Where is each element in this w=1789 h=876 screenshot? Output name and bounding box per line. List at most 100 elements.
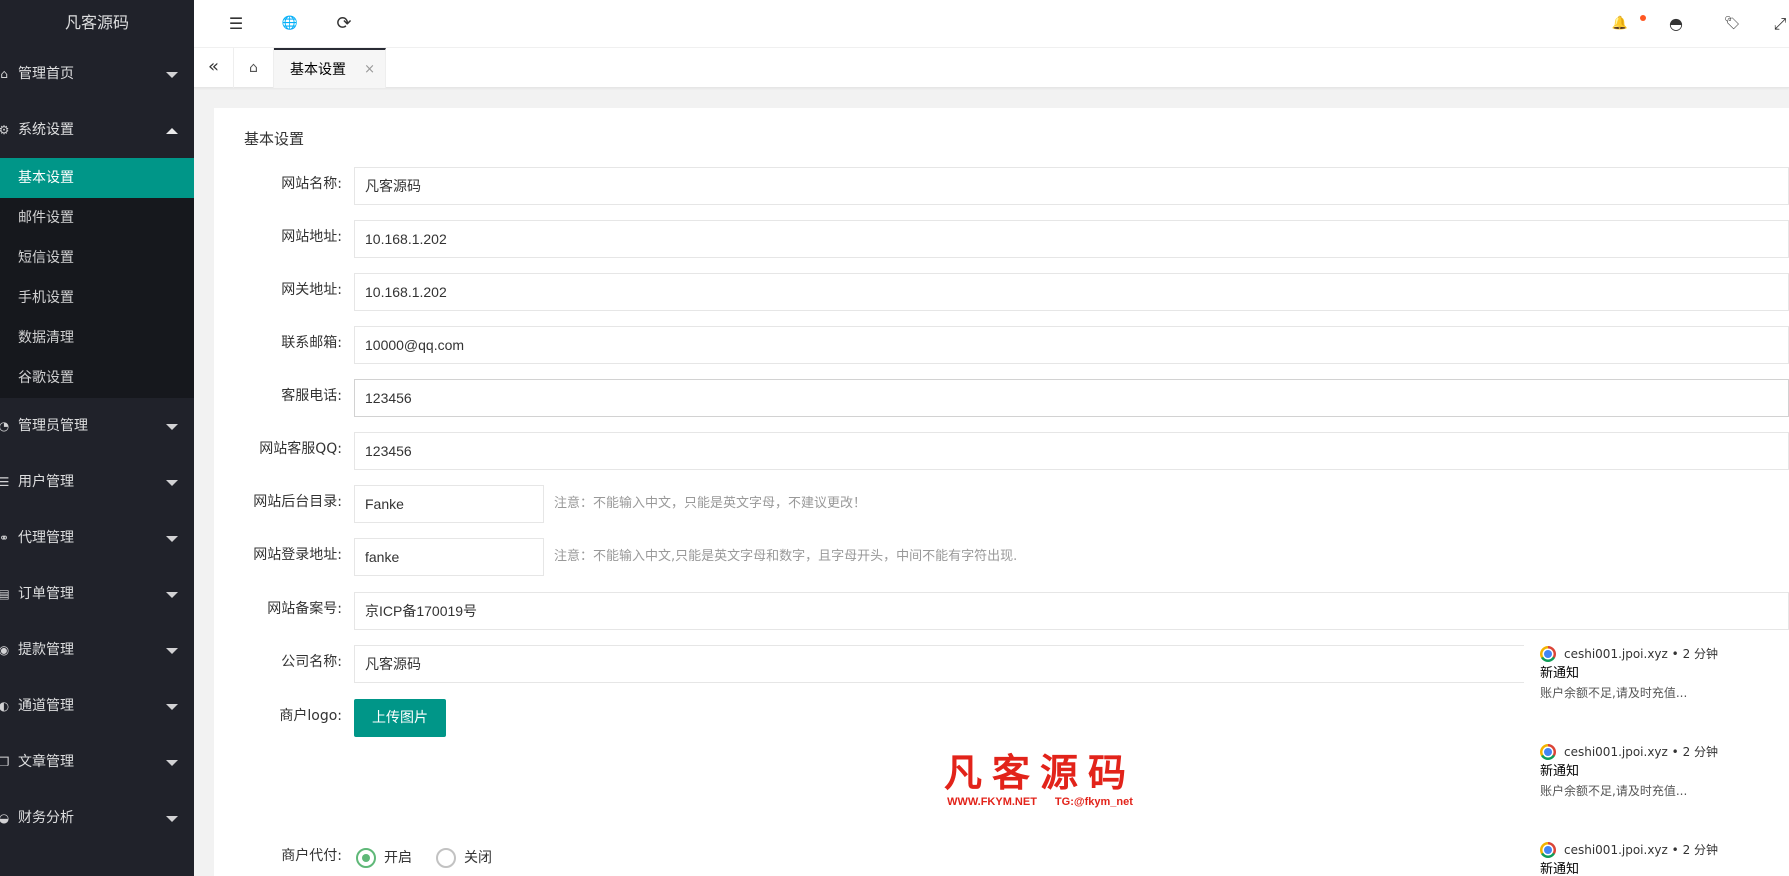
upload-image-button[interactable]: 上传图片 [354,699,446,737]
field-label: 公司名称: [281,654,342,670]
form-row-service-qq: 网站客服QQ: 123456 [214,432,1789,470]
sidebar-item-user-management[interactable]: ☰ 用户管理 [0,454,194,510]
bell-icon[interactable]: 🔔 [1608,12,1632,36]
notification-dot [1640,15,1646,21]
globe-icon[interactable]: 🌐 [278,12,302,36]
field-label: 商户logo: [279,708,342,724]
sidebar-item-label: 财务分析 [18,810,74,826]
notification-time: 2 分钟 [1682,647,1719,661]
top-header: ☰ 🌐 ⟳ 🔔 ◓ 🏷 ⤢ [194,0,1789,48]
site-url-input[interactable]: 10.168.1.202 [354,220,1789,258]
finance-icon: ◒ [0,811,10,825]
notification-time: 2 分钟 [1682,843,1719,857]
form-row-gateway-url: 网关地址: 10.168.1.202 [214,273,1789,311]
field-label: 网站客服QQ: [259,441,342,457]
sidebar-item-order-management[interactable]: ▤ 订单管理 [0,566,194,622]
notification-separator: • [1671,745,1683,759]
site-name-input[interactable]: 凡客源码 [354,167,1789,205]
notification-item[interactable]: ceshi001.jpoi.xyz • 2 分钟 新通知 账户余额不足,请及时充… [1540,742,1780,800]
close-icon[interactable]: × [364,50,375,90]
watermark: 凡客源码 WWW.FKYM.NET TG:@fkym_net [940,752,1140,809]
sidebar-item-home[interactable]: ⌂ 管理首页 [0,46,194,102]
sidebar-item-channel-management[interactable]: ◐ 通道管理 [0,678,194,734]
service-phone-input[interactable]: 123456 [354,379,1789,417]
admin-dir-input[interactable]: Fanke [354,485,544,523]
submenu-phone-settings[interactable]: 手机设置 [0,278,194,318]
tab-label: 基本设置 [290,62,346,78]
login-url-hint: 注意：不能输入中文,只能是英文字母和数字，且字母开头，中间不能有字符出现. [554,549,1018,564]
sidebar-item-finance-analysis[interactable]: ◒ 财务分析 [0,790,194,846]
form-row-site-name: 网站名称: 凡客源码 [214,167,1789,205]
system-settings-submenu: 基本设置 邮件设置 短信设置 手机设置 数据清理 谷歌设置 [0,158,194,398]
sidebar-item-label: 提款管理 [18,642,74,658]
tab-home-icon[interactable]: ⌂ [234,48,274,88]
chevron-down-icon [166,480,178,486]
submenu-mail-settings[interactable]: 邮件设置 [0,198,194,238]
radio-checked-icon [356,848,376,868]
tab-bar: « ⌂ 基本设置 × [194,48,1789,88]
form-row-site-url: 网站地址: 10.168.1.202 [214,220,1789,258]
submenu-data-cleanup[interactable]: 数据清理 [0,318,194,358]
watermark-tg: TG:@fkym_net [1054,796,1133,808]
chrome-icon [1540,646,1556,662]
field-label: 网站地址: [281,229,342,245]
notification-stack: ceshi001.jpoi.xyz • 2 分钟 新通知 账户余额不足,请及时充… [1524,640,1789,876]
field-label: 网站后台目录: [253,494,342,510]
notification-title: 新通知 [1540,862,1580,876]
fullscreen-icon[interactable]: ⤢ [1768,12,1789,36]
field-label: 网关地址: [281,282,342,298]
sidebar-item-label: 系统设置 [18,122,74,138]
field-label: 网站备案号: [267,601,342,617]
sidebar-item-label: 通道管理 [18,698,74,714]
sidebar-item-label: 代理管理 [18,530,74,546]
tab-basic-settings[interactable]: 基本设置 × [274,48,386,88]
field-label: 网站名称: [281,176,342,192]
tag-icon[interactable]: 🏷 [1720,12,1744,36]
chevron-down-icon [166,592,178,598]
submenu-basic-settings[interactable]: 基本设置 [0,158,194,198]
notification-source: ceshi001.jpoi.xyz [1564,843,1668,857]
channel-icon: ◐ [0,699,10,713]
user-icon: ☰ [0,475,10,489]
sidebar-item-label: 管理员管理 [18,418,88,434]
sidebar-item-agent-management[interactable]: ⚭ 代理管理 [0,510,194,566]
form-row-contact-email: 联系邮箱: 10000@qq.com [214,326,1789,364]
tab-scroll-left-icon[interactable]: « [194,48,234,88]
chrome-icon [1540,842,1556,858]
notification-title: 新通知 [1540,666,1580,681]
field-label: 客服电话: [281,388,342,404]
form-row-service-phone: 客服电话: 123456 [214,379,1789,417]
sidebar-item-article-management[interactable]: ❐ 文章管理 [0,734,194,790]
form-row-icp: 网站备案号: 京ICP备170019号 [214,592,1789,630]
sidebar-item-withdrawal-management[interactable]: ◉ 提款管理 [0,622,194,678]
chevron-down-icon [166,536,178,542]
menu-toggle-icon[interactable]: ☰ [224,12,248,36]
sidebar-item-system-settings[interactable]: ⚙ 系统设置 [0,102,194,158]
submenu-sms-settings[interactable]: 短信设置 [0,238,194,278]
contact-email-input[interactable]: 10000@qq.com [354,326,1789,364]
admin-icon: ◔ [0,419,10,433]
icp-input[interactable]: 京ICP备170019号 [354,592,1789,630]
notification-item[interactable]: ceshi001.jpoi.xyz • 2 分钟 新通知 账户余额不足,请及时充… [1540,644,1780,702]
notification-meta: ceshi001.jpoi.xyz • 2 分钟 [1540,840,1780,860]
sidebar-item-label: 文章管理 [18,754,74,770]
service-qq-input[interactable]: 123456 [354,432,1789,470]
notification-time: 2 分钟 [1682,745,1719,759]
sidebar-item-label: 用户管理 [18,474,74,490]
notification-separator: • [1671,647,1683,661]
login-url-input[interactable]: fanke [354,538,544,576]
notification-item[interactable]: ceshi001.jpoi.xyz • 2 分钟 新通知 [1540,840,1780,876]
submenu-google-settings[interactable]: 谷歌设置 [0,358,194,398]
notification-meta: ceshi001.jpoi.xyz • 2 分钟 [1540,742,1780,762]
chevron-down-icon [166,816,178,822]
sidebar-item-admin-management[interactable]: ◔ 管理员管理 [0,398,194,454]
chevron-down-icon [166,72,178,78]
radio-unchecked-icon [436,848,456,868]
notification-source: ceshi001.jpoi.xyz [1564,647,1668,661]
gateway-url-input[interactable]: 10.168.1.202 [354,273,1789,311]
payout-off-radio[interactable]: 关闭 [436,847,492,869]
payout-on-radio[interactable]: 开启 [356,847,412,869]
refresh-icon[interactable]: ⟳ [332,12,356,36]
theme-icon[interactable]: ◓ [1664,12,1688,36]
chevron-down-icon [166,704,178,710]
